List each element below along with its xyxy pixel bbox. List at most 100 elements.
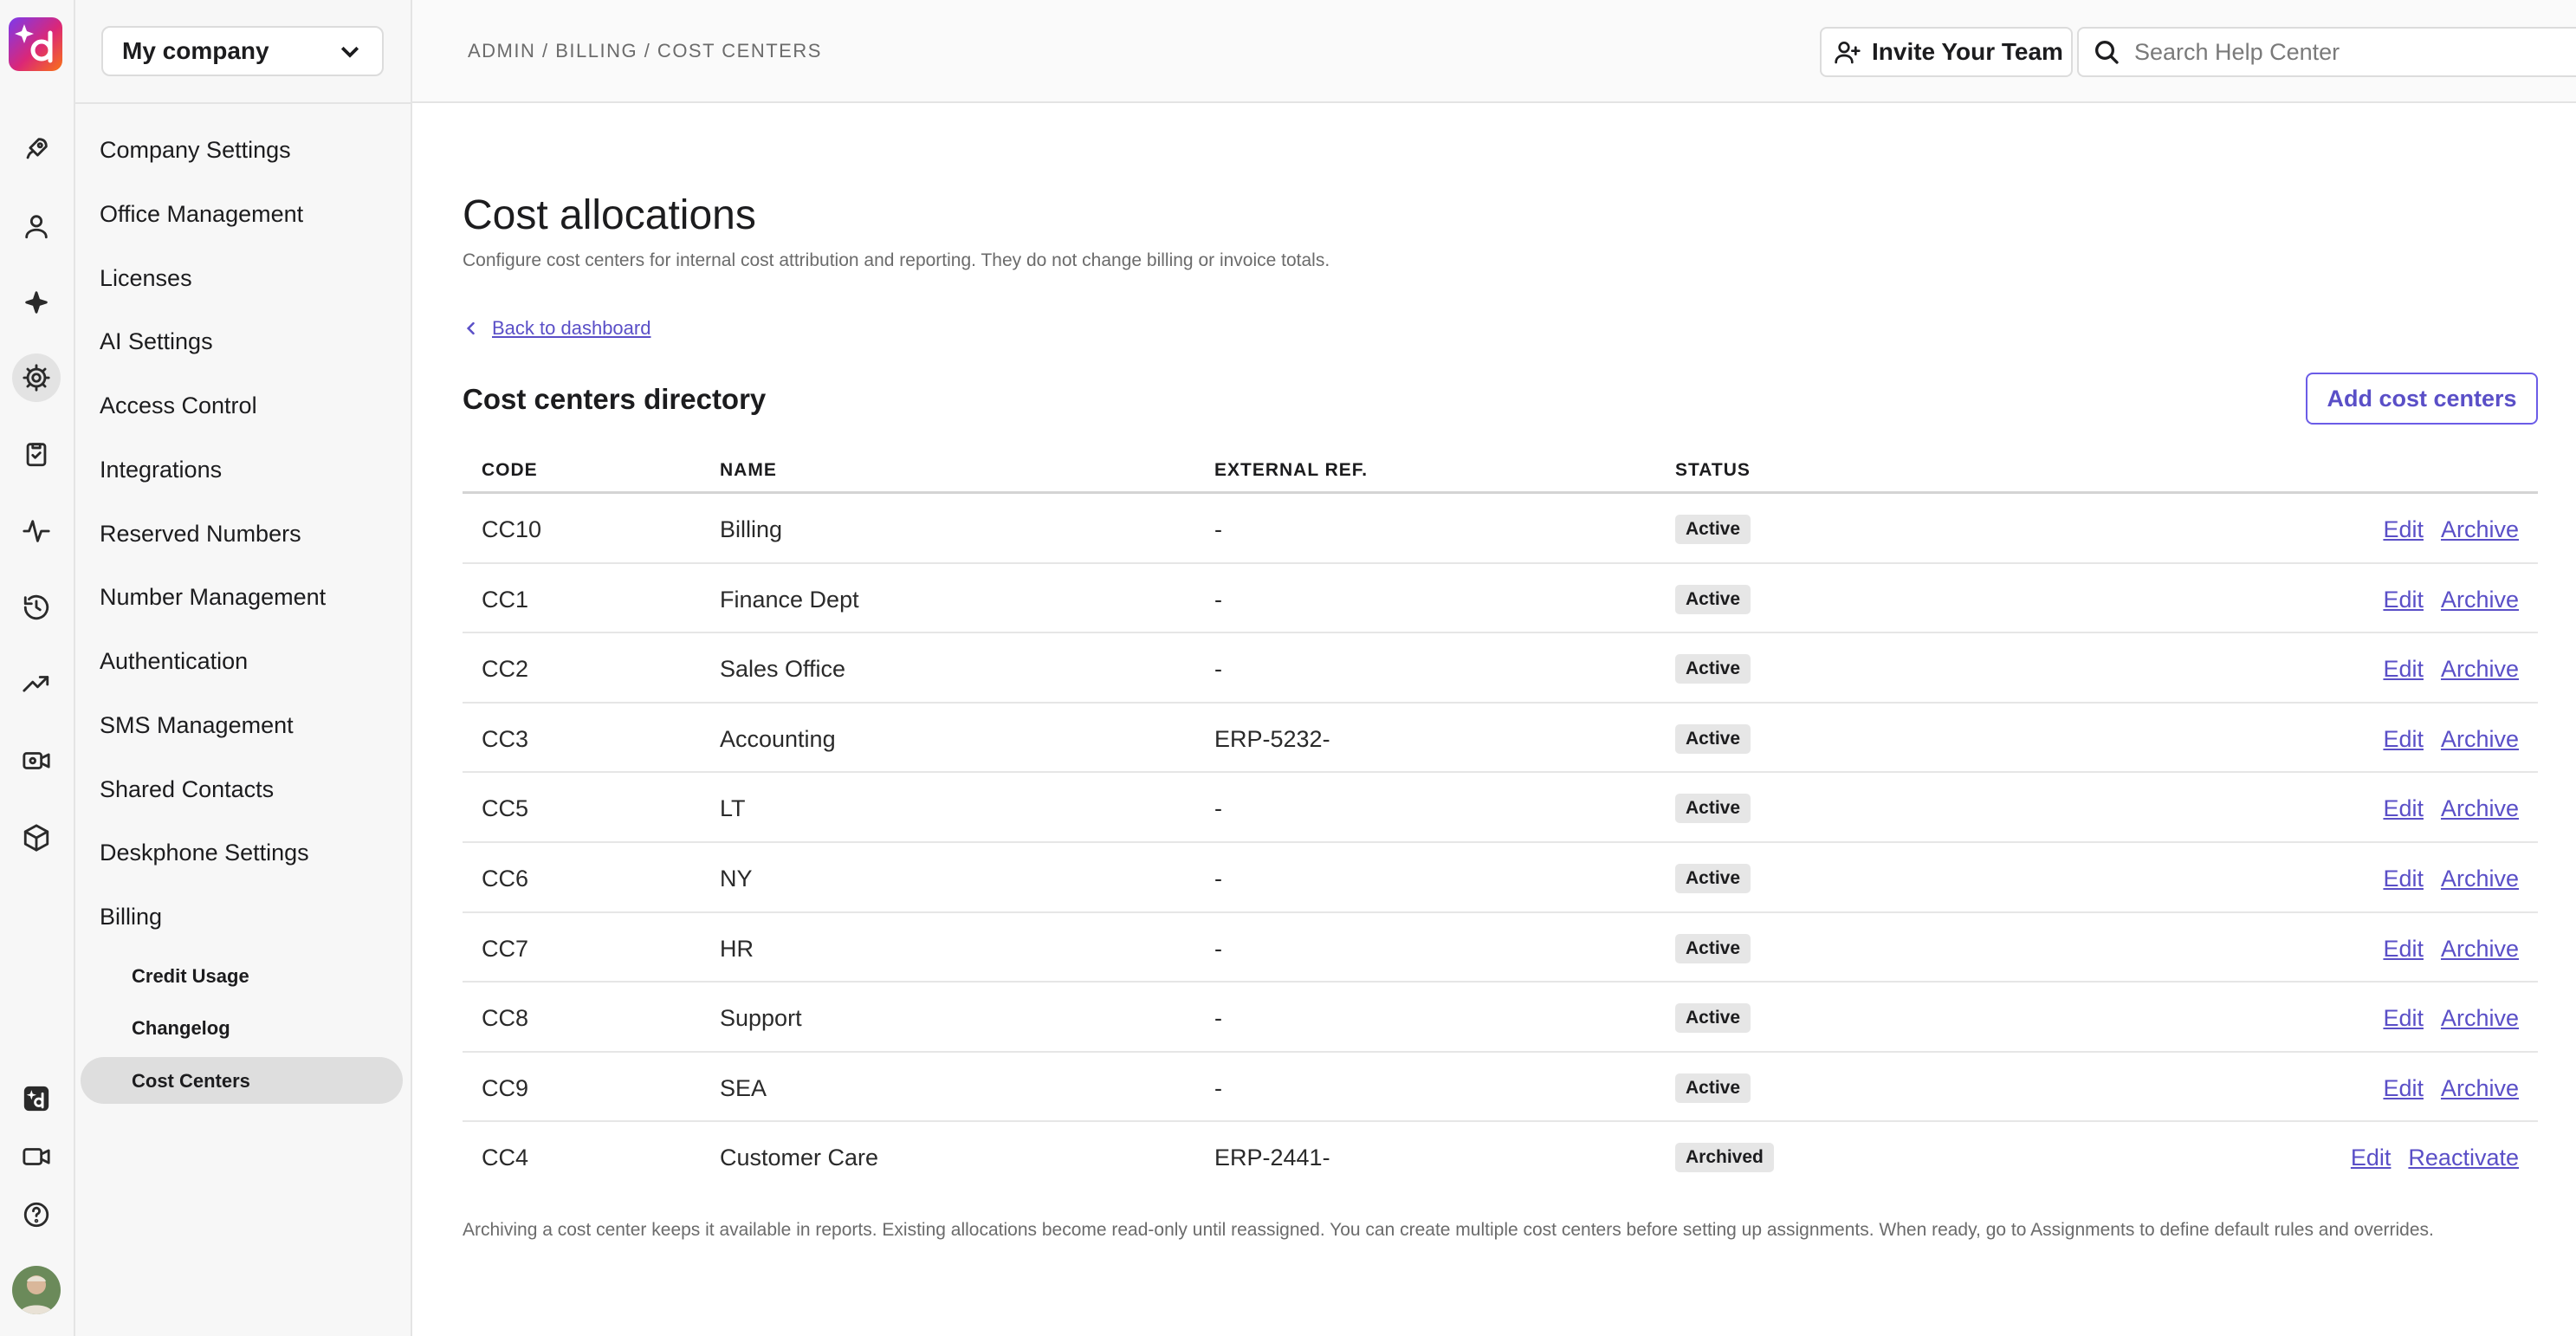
app-logo-icon[interactable] <box>9 17 62 71</box>
company-selector[interactable]: My company <box>101 26 384 76</box>
row-actions: Edit Archive <box>2383 1005 2519 1032</box>
cell-code: CC10 <box>482 516 542 542</box>
status-badge: Active <box>1675 1073 1751 1103</box>
edit-link[interactable]: Edit <box>2383 1075 2424 1102</box>
sidebar-item-reserved-numbers[interactable]: Reserved Numbers <box>100 521 301 548</box>
history-icon[interactable] <box>12 583 61 632</box>
status-badge: Active <box>1675 584 1751 614</box>
cell-code: CC2 <box>482 656 529 683</box>
breadcrumb: ADMIN / BILLING / COST CENTERS <box>468 40 822 62</box>
cell-external-ref: - <box>1214 656 1222 683</box>
user-plus-icon <box>1835 42 1861 64</box>
row-actions: Edit Reactivate <box>2351 1145 2519 1171</box>
archive-link[interactable]: Archive <box>2441 656 2519 683</box>
invite-team-button[interactable]: Invite Your Team <box>1820 27 2073 77</box>
table-row: CC2 Sales Office - Active Edit Archive <box>463 633 2538 704</box>
video-icon[interactable] <box>12 1132 61 1181</box>
edit-link[interactable]: Edit <box>2383 656 2424 683</box>
row-actions: Edit Archive <box>2383 726 2519 753</box>
sidebar-item-licenses[interactable]: Licenses <box>100 265 192 292</box>
edit-link[interactable]: Edit <box>2383 1005 2424 1032</box>
sidebar-item-integrations[interactable]: Integrations <box>100 457 222 483</box>
sidebar-item-billing[interactable]: Billing <box>100 904 162 931</box>
back-to-dashboard-link[interactable]: Back to dashboard <box>463 317 650 340</box>
table-row: CC4 Customer Care ERP-2441- Archived Edi… <box>463 1122 2538 1192</box>
company-name: My company <box>122 37 269 64</box>
status-badge: Active <box>1675 933 1751 963</box>
row-actions: Edit Archive <box>2383 587 2519 613</box>
rocket-icon[interactable] <box>12 125 61 173</box>
reactivate-link[interactable]: Reactivate <box>2408 1145 2519 1171</box>
cell-name: Sales Office <box>720 656 846 683</box>
cell-name: SEA <box>720 1074 767 1101</box>
sidebar-subitem-credit-usage[interactable]: Credit Usage <box>132 965 249 988</box>
sidebar-divider <box>75 102 412 104</box>
sidebar-item-number-management[interactable]: Number Management <box>100 584 326 611</box>
avatar[interactable] <box>12 1266 61 1314</box>
edit-link[interactable]: Edit <box>2383 936 2424 963</box>
archive-link[interactable]: Archive <box>2441 1005 2519 1032</box>
cell-code: CC3 <box>482 725 529 752</box>
clipboard-icon[interactable] <box>12 430 61 478</box>
table-row: CC9 SEA - Active Edit Archive <box>463 1053 2538 1123</box>
archive-link[interactable]: Archive <box>2441 795 2519 822</box>
sidebar-item-ai-settings[interactable]: AI Settings <box>100 328 213 355</box>
edit-link[interactable]: Edit <box>2383 726 2424 753</box>
cell-external-ref: - <box>1214 1074 1222 1101</box>
activity-icon[interactable] <box>12 507 61 555</box>
search-icon <box>2095 41 2119 64</box>
gear-icon[interactable] <box>12 353 61 402</box>
archive-link[interactable]: Archive <box>2441 726 2519 753</box>
icon-rail <box>0 0 75 1336</box>
add-cost-centers-button[interactable]: Add cost centers <box>2306 373 2538 425</box>
help-icon[interactable] <box>12 1190 61 1239</box>
cell-name: Accounting <box>720 725 836 752</box>
box-icon[interactable] <box>12 814 61 862</box>
sidebar-item-deskphone-settings[interactable]: Deskphone Settings <box>100 840 309 866</box>
edit-link[interactable]: Edit <box>2383 516 2424 543</box>
cell-external-ref: - <box>1214 586 1222 613</box>
row-actions: Edit Archive <box>2383 1075 2519 1102</box>
cell-external-ref: - <box>1214 516 1222 542</box>
sidebar-item-authentication[interactable]: Authentication <box>100 648 248 675</box>
cell-external-ref: - <box>1214 1005 1222 1032</box>
column-header-code: CODE <box>482 460 538 480</box>
cell-name: LT <box>720 795 746 822</box>
cell-external-ref: - <box>1214 795 1222 822</box>
sidebar-item-access-control[interactable]: Access Control <box>100 392 257 419</box>
settings-sidebar: My company Company Settings Office Manag… <box>75 0 412 1336</box>
sidebar-subitem-changelog[interactable]: Changelog <box>132 1017 230 1040</box>
cell-external-ref: ERP-2441- <box>1214 1145 1330 1171</box>
edit-link[interactable]: Edit <box>2383 587 2424 613</box>
user-icon[interactable] <box>12 202 61 250</box>
cell-external-ref: - <box>1214 935 1222 962</box>
search-input[interactable] <box>2134 38 2576 66</box>
cell-name: Support <box>720 1005 802 1032</box>
sidebar-item-sms-management[interactable]: SMS Management <box>100 712 294 739</box>
edit-link[interactable]: Edit <box>2383 795 2424 822</box>
video-settings-icon[interactable] <box>12 736 61 785</box>
archive-link[interactable]: Archive <box>2441 866 2519 892</box>
archive-link[interactable]: Archive <box>2441 936 2519 963</box>
sidebar-subitem-cost-centers[interactable]: Cost Centers <box>132 1070 250 1093</box>
help-search[interactable] <box>2077 27 2576 77</box>
archive-link[interactable]: Archive <box>2441 587 2519 613</box>
cell-name: HR <box>720 935 754 962</box>
sidebar-item-office-management[interactable]: Office Management <box>100 201 303 228</box>
cell-code: CC7 <box>482 935 529 962</box>
sidebar-item-shared-contacts[interactable]: Shared Contacts <box>100 776 274 803</box>
edit-link[interactable]: Edit <box>2383 866 2424 892</box>
edit-link[interactable]: Edit <box>2351 1145 2392 1171</box>
sidebar-item-company-settings[interactable]: Company Settings <box>100 137 291 164</box>
trending-up-icon[interactable] <box>12 660 61 709</box>
back-link-label: Back to dashboard <box>492 317 651 339</box>
row-actions: Edit Archive <box>2383 516 2519 543</box>
row-actions: Edit Archive <box>2383 866 2519 892</box>
cell-external-ref: - <box>1214 865 1222 892</box>
table-row: CC6 NY - Active Edit Archive <box>463 843 2538 913</box>
cell-code: CC5 <box>482 795 529 822</box>
archive-link[interactable]: Archive <box>2441 1075 2519 1102</box>
sparkle-icon[interactable] <box>12 278 61 327</box>
app-logo-icon[interactable] <box>12 1074 61 1123</box>
archive-link[interactable]: Archive <box>2441 516 2519 543</box>
